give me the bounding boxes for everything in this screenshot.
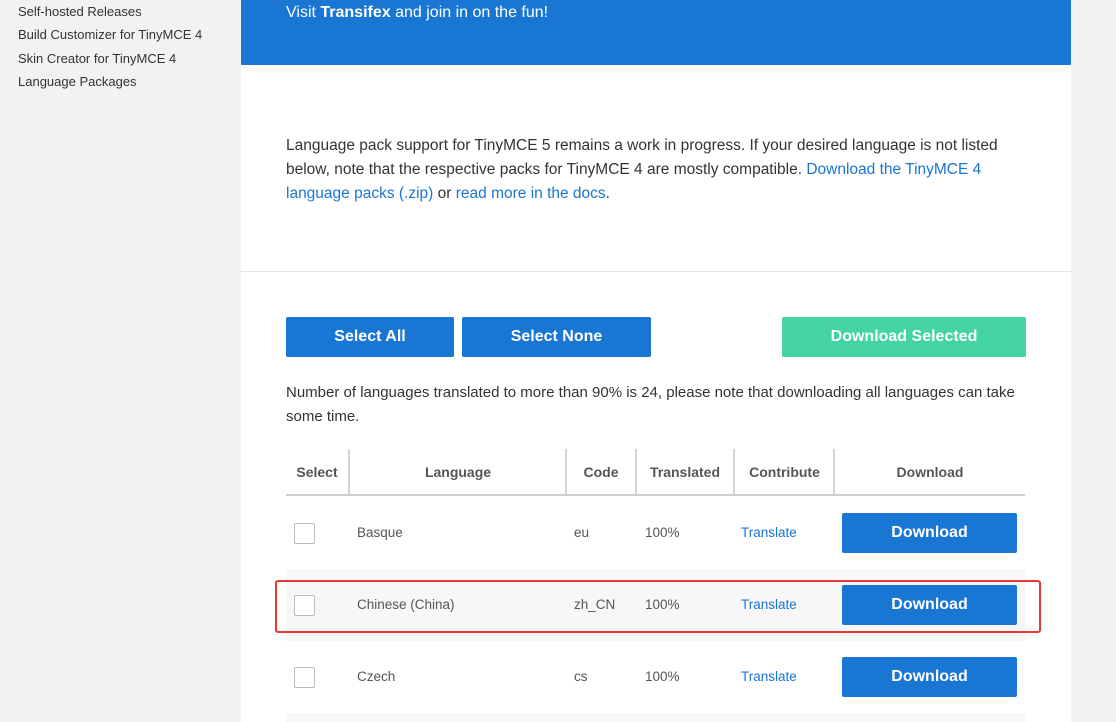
translate-link[interactable]: Translate bbox=[741, 525, 797, 540]
intro-end: . bbox=[605, 185, 610, 202]
row-checkbox[interactable] bbox=[294, 523, 315, 544]
download-button[interactable]: Download bbox=[842, 585, 1017, 625]
header-translated: Translated bbox=[635, 449, 733, 495]
download-button[interactable]: Download bbox=[842, 513, 1017, 553]
header-code: Code bbox=[565, 449, 635, 495]
sidebar-item-skin-creator[interactable]: Skin Creator for TinyMCE 4 bbox=[18, 51, 176, 66]
transifex-link[interactable]: Transifex bbox=[320, 4, 390, 21]
header-download: Download bbox=[833, 449, 1025, 495]
table-row: Chinese (China) zh_CN 100% Translate Dow… bbox=[286, 569, 1025, 641]
languages-note: Number of languages translated to more t… bbox=[286, 384, 1015, 425]
banner-text: Visit Transifex and join in on the fun! bbox=[286, 4, 548, 22]
section-divider bbox=[241, 271, 1071, 272]
cell-contribute: Translate bbox=[741, 569, 797, 641]
sidebar: Self-hosted Releases Build Customizer fo… bbox=[0, 0, 241, 722]
cell-language: Chinese (China) bbox=[357, 597, 455, 612]
cell-code: eu bbox=[574, 525, 590, 540]
download-selected-button[interactable]: Download Selected bbox=[782, 317, 1026, 357]
banner-suffix: and join in on the fun! bbox=[390, 4, 549, 21]
cell-translated: 100% bbox=[645, 525, 680, 540]
translate-link[interactable]: Translate bbox=[741, 597, 797, 612]
header-language: Language bbox=[348, 449, 566, 495]
cell-contribute: Translate bbox=[741, 641, 797, 713]
cell-contribute: Translate bbox=[741, 497, 797, 569]
main-content: Visit Transifex and join in on the fun! … bbox=[241, 0, 1071, 722]
select-all-button[interactable]: Select All bbox=[286, 317, 454, 357]
table-row-partial bbox=[286, 713, 1025, 722]
header-select: Select bbox=[296, 464, 338, 480]
header-contribute: Contribute bbox=[733, 449, 834, 495]
download-button[interactable]: Download bbox=[842, 657, 1017, 697]
cell-language: Basque bbox=[357, 525, 403, 540]
table-row: Basque eu 100% Translate Download bbox=[286, 497, 1025, 569]
sidebar-item-build-customizer[interactable]: Build Customizer for TinyMCE 4 bbox=[18, 27, 202, 42]
table-header: Select Language Code Translated Contribu… bbox=[286, 449, 1025, 496]
intro-paragraph: Language pack support for TinyMCE 5 rema… bbox=[286, 134, 1026, 206]
cell-language: Czech bbox=[357, 669, 396, 684]
cell-translated: 100% bbox=[645, 669, 680, 684]
cell-code: zh_CN bbox=[574, 597, 616, 612]
row-checkbox[interactable] bbox=[294, 667, 315, 688]
row-checkbox[interactable] bbox=[294, 595, 315, 616]
read-docs-link[interactable]: read more in the docs bbox=[456, 185, 606, 202]
sidebar-item-language-packages[interactable]: Language Packages bbox=[18, 74, 137, 89]
transifex-banner: Visit Transifex and join in on the fun! bbox=[241, 0, 1071, 65]
cell-translated: 100% bbox=[645, 597, 680, 612]
translate-link[interactable]: Translate bbox=[741, 669, 797, 684]
sidebar-item-self-hosted-releases[interactable]: Self-hosted Releases bbox=[18, 4, 142, 19]
select-none-button[interactable]: Select None bbox=[462, 317, 651, 357]
right-gutter bbox=[1071, 0, 1116, 722]
intro-mid: or bbox=[433, 185, 456, 202]
banner-prefix: Visit bbox=[286, 4, 321, 21]
cell-code: cs bbox=[574, 669, 588, 684]
table-row: Czech cs 100% Translate Download bbox=[286, 641, 1025, 713]
